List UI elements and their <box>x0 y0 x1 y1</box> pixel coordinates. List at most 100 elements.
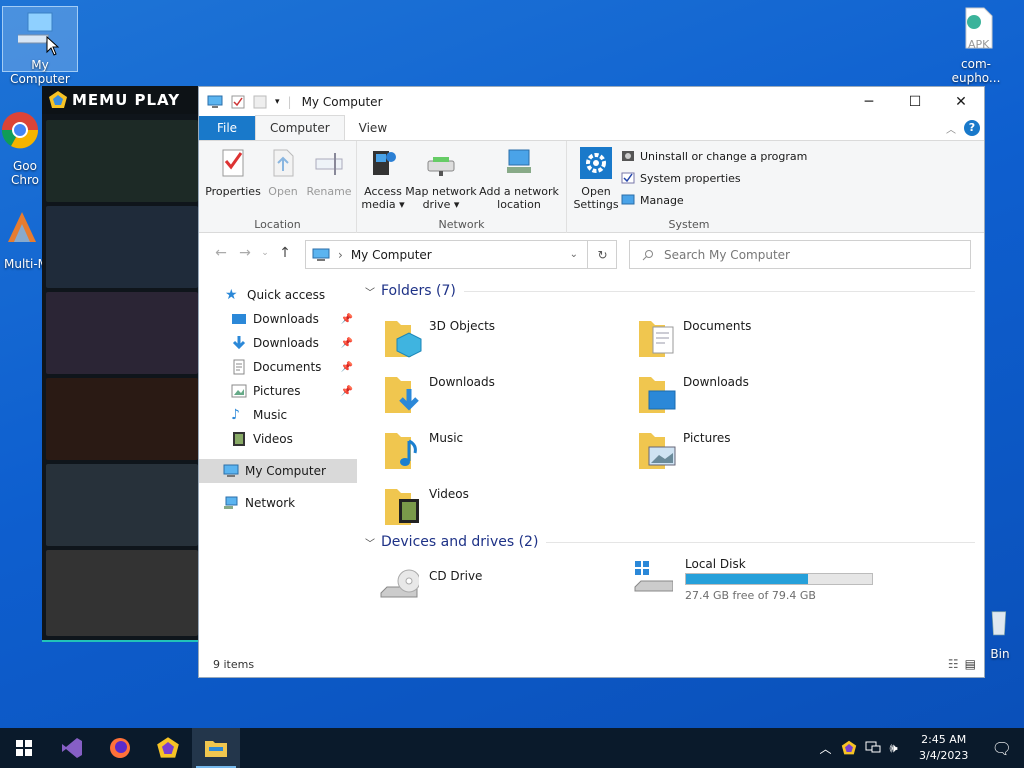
3d-objects-folder-icon <box>385 321 422 358</box>
cd-drive-icon <box>380 569 419 598</box>
disk-free-text: 27.4 GB free of 79.4 GB <box>685 589 816 602</box>
search-box[interactable]: Search My Computer <box>629 240 971 269</box>
desktop-icon-label: Goo Chro <box>11 159 39 187</box>
maximize-button[interactable]: ☐ <box>892 87 938 117</box>
taskbar-file-explorer[interactable] <box>192 728 240 768</box>
help-icon[interactable]: ? <box>964 120 980 136</box>
multi-memu-icon <box>8 212 36 242</box>
folder-downloads[interactable]: Downloads <box>383 369 623 419</box>
chevron-down-icon: ﹀ <box>365 287 375 299</box>
rename-button[interactable]: Rename <box>305 147 353 198</box>
ribbon: Properties Open Rename Location Access m… <box>199 141 984 233</box>
memu-game-tile[interactable] <box>46 206 198 288</box>
chevron-down-icon: ﹀ <box>365 538 375 550</box>
details-view-icon[interactable]: ☷ <box>948 657 959 671</box>
refresh-button[interactable]: ↻ <box>587 240 617 269</box>
memu-title-bar: MEMU PLAY <box>42 86 202 114</box>
clock-date: 3/4/2023 <box>918 749 969 762</box>
memu-logo-icon <box>49 91 67 108</box>
folder-music[interactable]: Music <box>383 425 623 475</box>
taskbar-visual-studio[interactable] <box>48 728 96 768</box>
folders-section-header[interactable]: ﹀ Folders (7) <box>365 283 975 299</box>
properties-check-icon[interactable] <box>231 95 245 109</box>
folder-videos[interactable]: Videos <box>383 481 623 531</box>
nav-item-quick-access[interactable]: ★ Quick access <box>199 283 357 307</box>
add-network-location-button[interactable]: Add a network location <box>477 147 561 211</box>
pin-icon[interactable]: 📌 <box>341 386 353 397</box>
nav-item-network[interactable]: Network <box>199 491 357 515</box>
folder-pictures[interactable]: Pictures <box>637 425 877 475</box>
memu-game-tile[interactable] <box>46 292 198 374</box>
search-placeholder: Search My Computer <box>664 247 790 262</box>
computer-icon <box>207 95 223 108</box>
taskbar-firefox[interactable] <box>96 728 144 768</box>
tab-view[interactable]: View <box>345 116 401 140</box>
up-button[interactable]: ↑ <box>273 245 297 261</box>
nav-item-downloads[interactable]: Downloads 📌 <box>199 307 357 331</box>
minimize-button[interactable]: ─ <box>846 87 892 117</box>
devices-section-header[interactable]: ﹀ Devices and drives (2) <box>365 534 975 550</box>
nav-item-my-computer[interactable]: My Computer <box>199 459 357 483</box>
navigation-pane: ★ Quick access Downloads 📌 Downloads 📌 D… <box>199 283 357 643</box>
nav-item-music[interactable]: ♪ Music <box>199 403 357 427</box>
clock[interactable]: 2:45 AM 3/4/2023 <box>914 732 974 764</box>
pin-icon[interactable]: 📌 <box>341 338 353 349</box>
pin-icon[interactable]: 📌 <box>341 362 353 373</box>
network-tray-icon[interactable] <box>865 741 881 755</box>
nav-item-documents[interactable]: Documents 📌 <box>199 355 357 379</box>
memu-tray-icon[interactable] <box>841 740 857 756</box>
folder-documents[interactable]: Documents <box>637 313 877 363</box>
desktop-icon-apk[interactable]: APK com-eupho... <box>938 6 1014 85</box>
memu-game-tile[interactable] <box>46 464 198 546</box>
folder-downloads-desktop[interactable]: Downloads <box>637 369 877 419</box>
start-button[interactable] <box>0 728 48 768</box>
memu-game-tile[interactable] <box>46 378 198 460</box>
taskbar-memu[interactable] <box>144 728 192 768</box>
chevron-up-icon[interactable]: ︿ <box>819 740 831 757</box>
new-folder-icon[interactable] <box>253 95 267 109</box>
uninstall-program-button[interactable]: Uninstall or change a program <box>621 149 807 163</box>
open-button[interactable]: Open <box>261 147 305 198</box>
nav-item-videos[interactable]: Videos <box>199 427 357 451</box>
ribbon-collapse-icon[interactable]: ︿ <box>946 121 956 136</box>
tab-computer[interactable]: Computer <box>255 115 345 140</box>
back-button[interactable]: ← <box>209 245 233 261</box>
folder-3d-objects[interactable]: 3D Objects <box>383 313 623 363</box>
explorer-window[interactable]: ▾ | My Computer ─ ☐ ✕ File Computer View… <box>198 86 985 678</box>
video-icon <box>233 432 245 446</box>
large-icons-view-icon[interactable]: ▤ <box>965 657 976 671</box>
desktop-icon-chrome[interactable]: Goo Chro <box>0 108 48 187</box>
recent-locations-icon[interactable]: ⌄ <box>257 248 273 258</box>
address-dropdown-icon[interactable]: ⌄ <box>570 249 578 260</box>
customize-toolbar-icon[interactable]: ▾ <box>275 97 280 107</box>
manage-button[interactable]: Manage <box>621 193 684 207</box>
memu-game-tile[interactable] <box>46 120 198 202</box>
volume-icon[interactable]: 🕪 <box>889 741 897 756</box>
memu-game-tile[interactable] <box>46 550 198 636</box>
close-button[interactable]: ✕ <box>938 87 984 117</box>
notifications-icon[interactable]: 🗨 <box>992 739 1012 758</box>
clock-time: 2:45 AM <box>921 733 967 746</box>
drive-cd[interactable]: CD Drive <box>379 563 619 613</box>
properties-button[interactable]: Properties <box>205 147 261 198</box>
system-properties-button[interactable]: System properties <box>621 171 741 185</box>
address-bar[interactable]: › My Computer ⌄ <box>305 240 617 269</box>
title-bar: ▾ | My Computer ─ ☐ ✕ <box>199 87 984 117</box>
memu-player-window[interactable]: MEMU PLAY <box>42 86 202 642</box>
nav-item-pictures[interactable]: Pictures 📌 <box>199 379 357 403</box>
desktop-icon-label: com-eupho... <box>951 57 1001 85</box>
tab-file[interactable]: File <box>199 116 255 140</box>
drive-local-disk[interactable]: Local Disk 27.4 GB free of 79.4 GB <box>633 557 893 607</box>
ribbon-tabs: File Computer View ︿ ? <box>199 115 984 141</box>
map-network-drive-button[interactable]: Map network drive ▾ <box>405 147 477 211</box>
disk-usage-fill <box>686 574 808 584</box>
open-settings-button[interactable]: Open Settings <box>573 147 619 211</box>
document-icon <box>233 359 245 375</box>
pin-icon[interactable]: 📌 <box>341 314 353 325</box>
nav-item-downloads[interactable]: Downloads 📌 <box>199 331 357 355</box>
ribbon-group-network: Access media ▾ Map network drive ▾ Add a… <box>357 141 567 233</box>
picture-icon <box>231 384 247 398</box>
access-media-button[interactable]: Access media ▾ <box>361 147 405 211</box>
desktop-icon-my-computer[interactable]: My Computer <box>2 6 78 86</box>
forward-button[interactable]: → <box>233 245 257 261</box>
